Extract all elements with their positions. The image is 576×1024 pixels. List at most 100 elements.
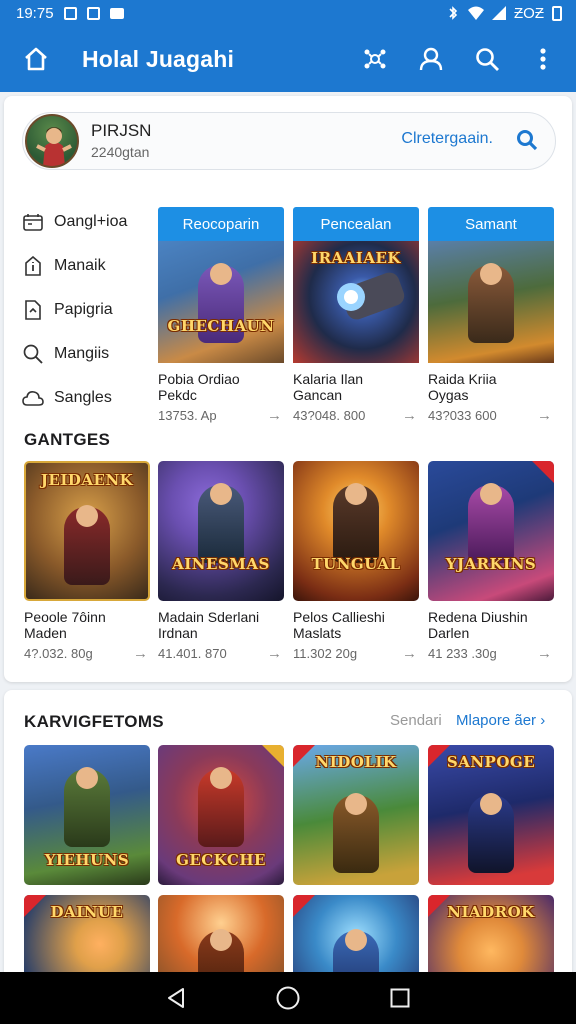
character-figure [333,793,379,873]
arrow-right-icon[interactable]: → [537,407,552,424]
art-title-text: JEIDAENK [40,471,134,489]
avatar[interactable] [25,114,79,168]
game-title: Redena Diushin [428,609,528,625]
app-title: Holal Juagahi [82,45,235,72]
art-title-text: IRAAIAEK [311,249,401,267]
art-title-text: AINESMAS [172,555,270,573]
featured-card-header: Samant [428,207,554,241]
game-title: Kalaria Ilan [293,371,364,387]
recents-button[interactable] [380,978,420,1018]
search-button[interactable] [468,38,506,80]
game-card[interactable]: YJARKINS Redena Diushin Darlen 41 233 .3… [428,461,554,662]
cloud-icon [22,387,44,409]
sidebar-item-0[interactable]: Oangl+ioa [22,200,154,244]
character-figure [468,483,514,563]
sidebar-item-4[interactable]: Sangles [22,376,154,420]
profile-button[interactable] [412,38,450,80]
system-nav-bar [0,972,576,1024]
sidebar-item-label: Papigria [54,301,113,318]
arrow-right-icon[interactable]: → [133,645,148,662]
recommended-tile[interactable]: NIDOLIK [293,745,419,885]
character-figure [64,505,110,585]
profile-search-button[interactable] [513,126,541,154]
back-button[interactable] [156,978,196,1018]
art-title-text: TUNGUAL [311,555,401,573]
arrow-right-icon[interactable]: → [402,407,417,424]
tile-art: YIEHUNS [24,745,150,885]
profile-link[interactable]: Clretergaain. [401,130,493,148]
sidebar-item-1[interactable]: Manaik [22,244,154,288]
art-title-text: SANPOGE [446,753,536,771]
more-options-button[interactable] [524,38,562,80]
game-subtitle: Irdnan [158,625,198,641]
back-icon [168,988,184,1008]
recommended-tile[interactable]: DAINUE [24,895,150,980]
featured-card[interactable]: Samant Raida Kriia Oygas 43?033 600 → [428,207,554,424]
secondary-link[interactable]: Sendari [390,712,442,729]
home-button[interactable] [16,39,56,79]
sidebar-item-2[interactable]: Papigria [22,288,154,332]
character-figure [468,793,514,873]
game-card-art: TUNGUAL [293,461,419,601]
signal-icon [492,6,506,20]
recommended-tile[interactable]: SANPOGE [428,745,554,885]
character-figure [468,263,514,343]
sidebar-item-label: Mangiis [54,345,110,362]
featured-card-header: Reocoparin [158,207,284,241]
game-card-art: JEIDAENK [24,461,150,601]
tile-art: GECKCHE [158,745,284,885]
badge-ribbon [293,895,315,917]
notification-icon [63,6,77,20]
home-nav-button[interactable] [268,978,308,1018]
game-meta: 4?.032. 80g [24,646,93,661]
game-title: Raida Kriia [428,371,497,387]
recommended-tile[interactable]: GECKCHE [158,745,284,885]
arrow-right-icon[interactable]: → [267,407,282,424]
app-bar: Holal Juagahi [0,26,576,92]
tile-art: DAINUE [24,895,150,980]
recommended-tile[interactable] [293,895,419,980]
home-circle-icon [276,986,300,1010]
wifi-icon [468,6,484,20]
character-figure [198,767,244,847]
game-card[interactable]: TUNGUAL Pelos Callieshi Maslats 11.302 2… [293,461,419,662]
game-subtitle: Pekdc [158,387,197,403]
art-title-text: YJARKINS [445,555,537,573]
arrow-right-icon[interactable]: → [267,645,282,662]
tile-art: NIADROK [428,895,554,980]
person-icon [419,47,443,71]
game-meta: 11.302 20g [293,646,358,661]
game-card[interactable]: JEIDAENK Peoole 7ôinn Maden 4?.032. 80g → [24,461,150,662]
recommended-tile[interactable]: YIEHUNS [24,745,150,885]
tile-art [158,895,284,980]
sidebar-item-3[interactable]: Mangiis [22,332,154,376]
game-title: Madain Sderlani [158,609,260,625]
badge-ribbon [262,745,284,767]
character-figure [64,767,110,847]
more-vert-icon [540,48,546,70]
bluetooth-icon [449,6,458,20]
see-more-link[interactable]: Mlapore ãer › [456,712,545,729]
recommended-tile[interactable] [158,895,284,980]
game-subtitle: Gancan [293,387,343,403]
arrow-right-icon[interactable]: → [537,645,552,662]
featured-card-art: GHECHAUN [158,241,284,363]
recommended-tile[interactable]: NIADROK [428,895,554,980]
profile-bar[interactable]: PIRJSN 2240gtan Clretergaain. [22,112,556,170]
game-card-art: AINESMAS [158,461,284,601]
game-title: Pobia Ordiao [158,371,240,387]
game-subtitle: Darlen [428,625,470,641]
status-right-text: ƵOƵ [514,4,544,22]
section-title-games: GANTGES [24,430,111,449]
game-card[interactable]: AINESMAS Madain Sderlani Irdnan 41.401. … [158,461,284,662]
profile-subtitle: 2240gtan [91,144,150,160]
featured-card[interactable]: Reocoparin GHECHAUN Pobia Ordiao Pekdc 1… [158,207,284,424]
featured-card[interactable]: Pencealan IRAAIAEK Kalaria Ilan Gancan 4… [293,207,419,424]
arrow-right-icon[interactable]: → [402,645,417,662]
home-icon [25,47,47,71]
game-meta: 41 233 .30g [428,646,497,661]
network-button[interactable] [356,38,394,80]
calendar-icon [22,211,44,233]
sidebar-item-label: Sangles [54,389,112,406]
mail-icon [109,7,124,19]
